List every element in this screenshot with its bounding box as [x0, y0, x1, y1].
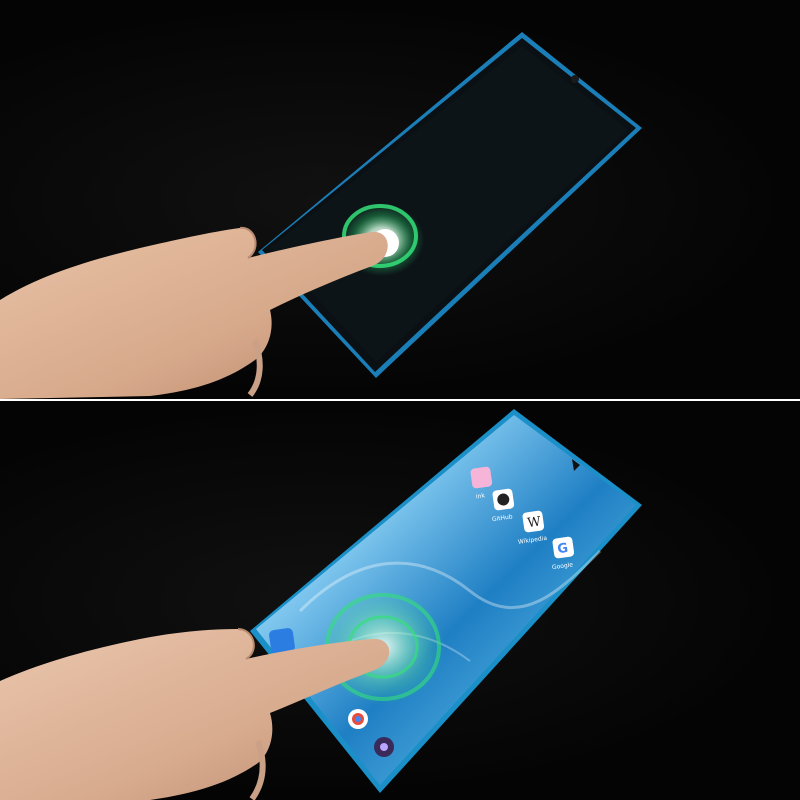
phone-bottom	[250, 409, 642, 793]
google-glyph: G	[557, 541, 570, 557]
phone-top	[258, 32, 642, 378]
top-photo-panel	[0, 0, 800, 399]
pink-app-icon[interactable]	[470, 466, 493, 489]
app-label: ink	[475, 492, 485, 500]
bottom-scene: ink GitHub W Wikipedia G Google	[0, 409, 642, 800]
top-scene	[0, 32, 642, 399]
wikipedia-glyph: W	[527, 514, 543, 531]
bottom-photo-panel: ink GitHub W Wikipedia G Google	[0, 401, 800, 800]
camera-notch	[571, 75, 579, 83]
